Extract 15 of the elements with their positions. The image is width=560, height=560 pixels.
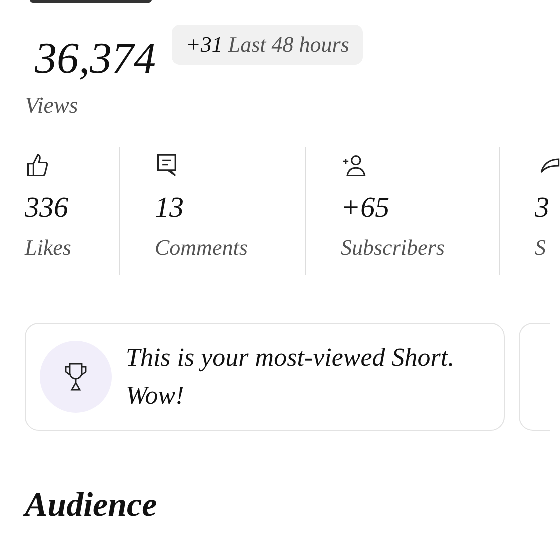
- stat-label: Comments: [155, 234, 248, 261]
- change-badge: +31 Last 48 hours: [172, 25, 364, 65]
- section-title: Audience: [25, 487, 158, 525]
- views-label: Views: [25, 93, 80, 119]
- stat-label: Likes: [25, 234, 72, 261]
- stat-label: S: [535, 234, 546, 261]
- stat-value: +65: [341, 193, 390, 225]
- stat-value: 13: [155, 193, 184, 225]
- stat-value: 3: [535, 193, 550, 225]
- views-count: 36,374: [35, 37, 156, 81]
- subscribers-icon: [341, 153, 367, 179]
- stat-label: Subscribers: [341, 234, 445, 261]
- highlight-text: This is your most-viewed Short. Wow!: [126, 342, 456, 412]
- stat-value: 336: [25, 193, 68, 225]
- likes-icon: [25, 153, 51, 179]
